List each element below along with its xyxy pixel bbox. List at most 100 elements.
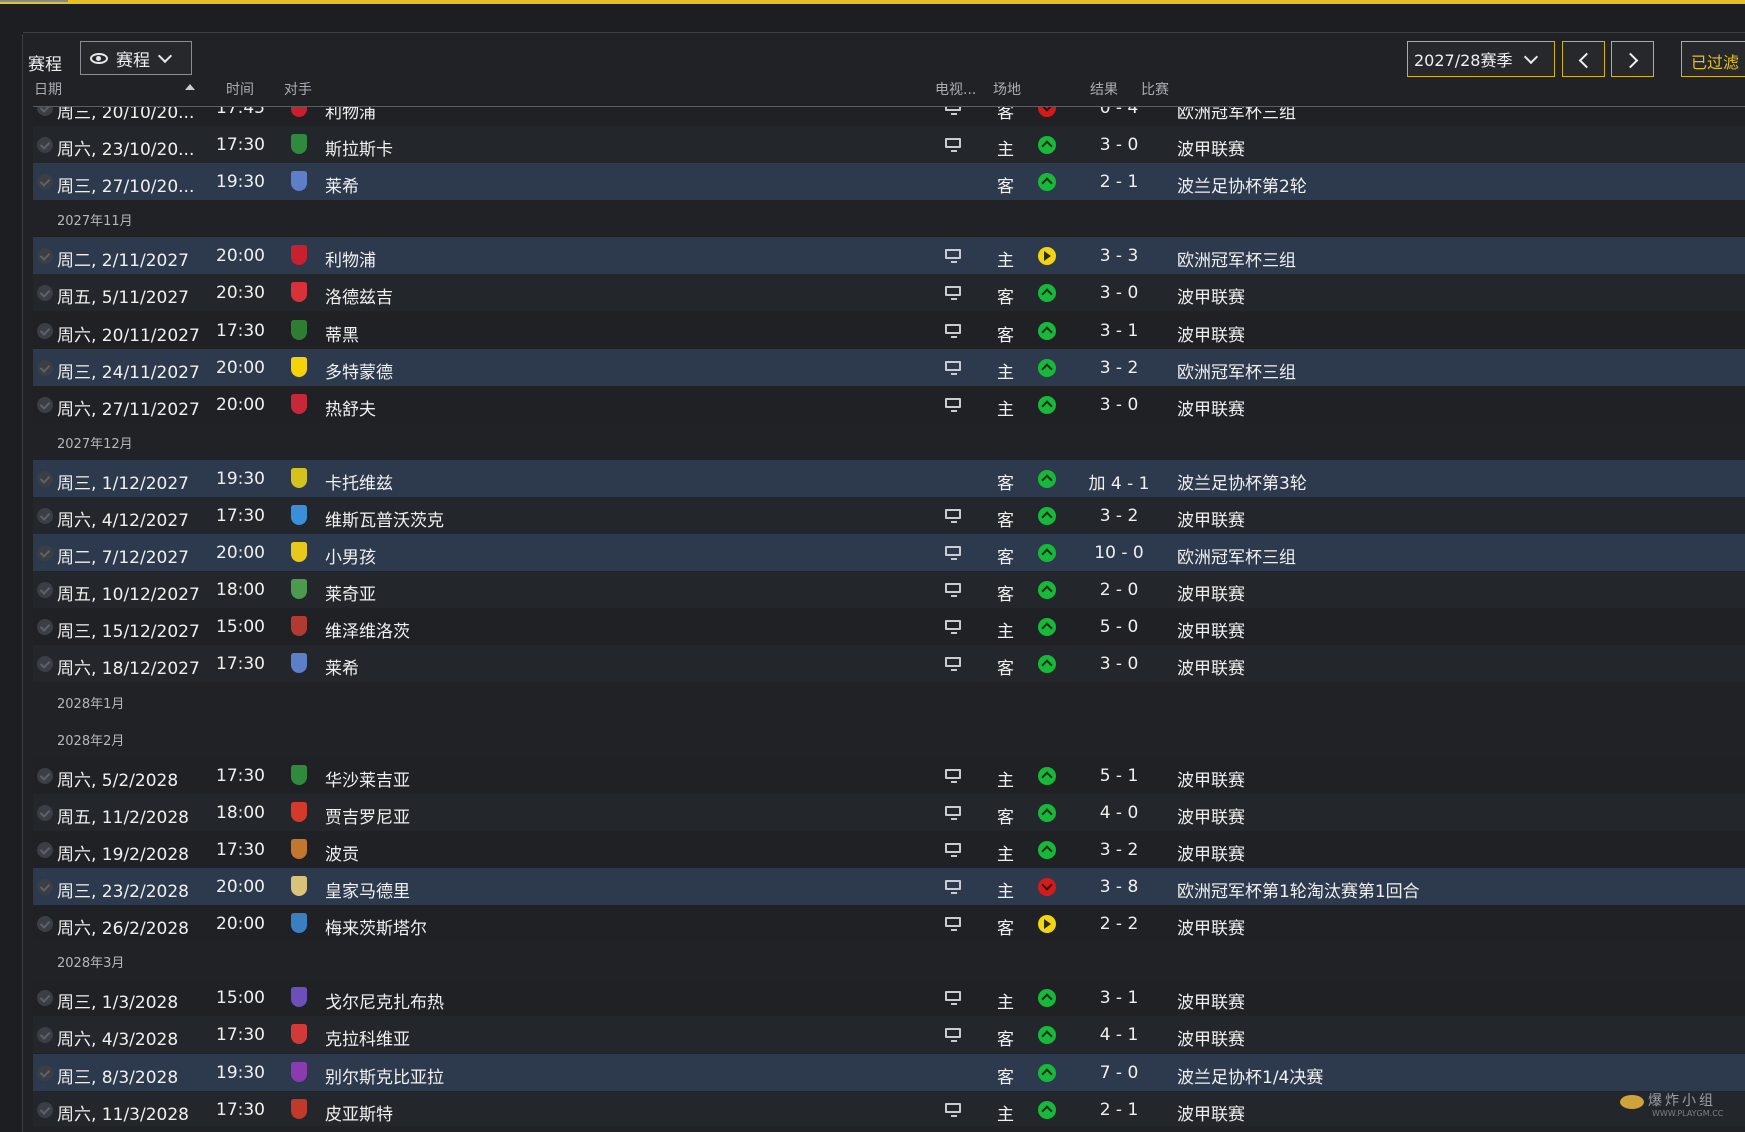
- match-venue: 客: [997, 807, 1014, 828]
- table-row[interactable]: 周二, 7/12/2027 20:00 小男孩 客 10 - 0 欧洲冠军杯三组: [33, 534, 1745, 572]
- competition-name[interactable]: 波甲联赛: [1177, 135, 1245, 160]
- opponent-name[interactable]: 波贡: [325, 840, 359, 865]
- check-icon: [37, 106, 53, 116]
- match-score: 2 - 1: [1099, 172, 1139, 193]
- competition-name[interactable]: 波甲联赛: [1177, 1100, 1245, 1125]
- competition-name[interactable]: 波甲联赛: [1177, 506, 1245, 531]
- opponent-name[interactable]: 小男孩: [325, 543, 376, 568]
- table-row[interactable]: 周六, 19/2/2028 17:30 波贡 主 3 - 2 波甲联赛: [33, 830, 1745, 868]
- competition-name[interactable]: 波甲联赛: [1177, 803, 1245, 828]
- table-row[interactable]: 周三, 27/10/20... 19:30 莱希 客 2 - 1 波兰足协杯第2轮: [33, 163, 1745, 201]
- watermark-logo-icon: [1620, 1095, 1644, 1109]
- col-header-competition[interactable]: 比赛: [1141, 79, 1169, 99]
- competition-name[interactable]: 欧洲冠军杯第1轮淘汰赛第1回合: [1177, 877, 1420, 902]
- table-row[interactable]: 周六, 5/2/2028 17:30 华沙莱吉亚 主 5 - 1 波甲联赛: [33, 756, 1745, 794]
- competition-name[interactable]: 波甲联赛: [1177, 580, 1245, 605]
- opponent-name[interactable]: 利物浦: [325, 246, 376, 271]
- match-time: 17:30: [216, 320, 265, 341]
- competition-name[interactable]: 波甲联赛: [1177, 914, 1245, 939]
- table-row[interactable]: 周五, 11/2/2028 18:00 贾吉罗尼亚 客 4 - 0 波甲联赛: [33, 793, 1745, 831]
- opponent-name[interactable]: 维泽维洛茨: [325, 617, 410, 642]
- opponent-name[interactable]: 莱希: [325, 654, 359, 679]
- opponent-name[interactable]: 维斯瓦普沃茨克: [325, 506, 444, 531]
- opponent-name[interactable]: 热舒夫: [325, 395, 376, 420]
- opponent-name[interactable]: 皇家马德里: [325, 877, 410, 902]
- win-icon: [1038, 840, 1056, 859]
- competition-name[interactable]: 波甲联赛: [1177, 1025, 1245, 1050]
- table-row[interactable]: 周六, 27/11/2027 20:00 热舒夫 主 3 - 0 波甲联赛: [33, 385, 1745, 423]
- col-header-opponent[interactable]: 对手: [284, 79, 312, 99]
- match-time: 17:30: [216, 765, 265, 786]
- match-date: 周六, 4/3/2028: [57, 1030, 179, 1051]
- match-date: 周三, 27/10/20...: [57, 177, 195, 198]
- opponent-name[interactable]: 梅来茨斯塔尔: [325, 914, 427, 939]
- match-time: 15:00: [216, 988, 265, 1009]
- table-row[interactable]: 周六, 20/11/2027 17:30 蒂黑 客 3 - 1 波甲联赛: [33, 311, 1745, 349]
- season-selector[interactable]: 2027/28赛季: [1407, 41, 1555, 77]
- opponent-name[interactable]: 莱奇亚: [325, 580, 376, 605]
- table-row[interactable]: 周三, 1/3/2028 15:00 戈尔尼克扎布热 主 3 - 1 波甲联赛: [33, 979, 1745, 1017]
- filter-button[interactable]: 已过滤: [1681, 41, 1745, 77]
- opponent-name[interactable]: 华沙莱吉亚: [325, 766, 410, 791]
- view-selector[interactable]: 赛程: [80, 41, 192, 75]
- opponent-name[interactable]: 蒂黑: [325, 321, 359, 346]
- opponent-name[interactable]: 莱希: [325, 172, 359, 197]
- competition-name[interactable]: 波甲联赛: [1177, 988, 1245, 1013]
- table-row[interactable]: 周六, 18/12/2027 17:30 莱希 客 3 - 0 波甲联赛: [33, 645, 1745, 683]
- opponent-name[interactable]: 戈尔尼克扎布热: [325, 988, 444, 1013]
- competition-name[interactable]: 波兰足协杯第3轮: [1177, 469, 1307, 494]
- table-row[interactable]: 周六, 23/10/20... 17:30 斯拉斯卡 主 3 - 0 波甲联赛: [33, 126, 1745, 163]
- col-header-venue[interactable]: 场地: [993, 79, 1021, 99]
- competition-name[interactable]: 波甲联赛: [1177, 766, 1245, 791]
- competition-name[interactable]: 波甲联赛: [1177, 321, 1245, 346]
- tv-icon: [945, 917, 961, 932]
- table-row[interactable]: 周二, 2/11/2027 20:00 利物浦 主 3 - 3 欧洲冠军杯三组: [33, 237, 1745, 275]
- check-icon: [37, 1064, 53, 1081]
- table-row[interactable]: 周三, 20/10/20... 17:45 利物浦 客 0 - 4 欧洲冠军杯三…: [33, 106, 1745, 126]
- opponent-name[interactable]: 贾吉罗尼亚: [325, 803, 410, 828]
- match-score: 2 - 1: [1099, 1099, 1139, 1120]
- opponent-name[interactable]: 皮亚斯特: [325, 1100, 393, 1125]
- competition-name[interactable]: 欧洲冠军杯三组: [1177, 543, 1296, 568]
- competition-name[interactable]: 波甲联赛: [1177, 283, 1245, 308]
- table-row[interactable]: 周六, 11/3/2028 17:30 皮亚斯特 主 2 - 1 波甲联赛: [33, 1090, 1745, 1126]
- table-row[interactable]: 周五, 10/12/2027 18:00 莱奇亚 客 2 - 0 波甲联赛: [33, 571, 1745, 609]
- col-header-result[interactable]: 结果: [1090, 79, 1118, 99]
- check-icon: [37, 767, 53, 784]
- table-row[interactable]: 周三, 24/11/2027 20:00 多特蒙德 主 3 - 2 欧洲冠军杯三组: [33, 348, 1745, 386]
- competition-name[interactable]: 波甲联赛: [1177, 654, 1245, 679]
- match-time: 19:30: [216, 1062, 265, 1083]
- month-separator: 2028年2月: [33, 719, 1745, 757]
- table-row[interactable]: 周六, 4/12/2027 17:30 维斯瓦普沃茨克 客 3 - 2 波甲联赛: [33, 497, 1745, 534]
- prev-season-button[interactable]: [1562, 41, 1605, 77]
- competition-name[interactable]: 波甲联赛: [1177, 395, 1245, 420]
- opponent-name[interactable]: 洛德兹吉: [325, 283, 393, 308]
- table-row[interactable]: 周五, 5/11/2027 20:30 洛德兹吉 客 3 - 0 波甲联赛: [33, 274, 1745, 312]
- match-venue: 客: [997, 325, 1014, 346]
- col-header-date[interactable]: 日期: [34, 79, 62, 99]
- competition-name[interactable]: 欧洲冠军杯三组: [1177, 246, 1296, 271]
- tv-icon: [945, 546, 961, 561]
- opponent-name[interactable]: 斯拉斯卡: [325, 135, 393, 160]
- competition-name[interactable]: 波兰足协杯1/4决赛: [1177, 1063, 1323, 1088]
- match-date: 周三, 1/3/2028: [57, 993, 179, 1014]
- match-venue: 客: [997, 585, 1014, 606]
- col-header-time[interactable]: 时间: [226, 79, 254, 99]
- table-row[interactable]: 周三, 15/12/2027 15:00 维泽维洛茨 主 5 - 0 波甲联赛: [33, 608, 1745, 646]
- competition-name[interactable]: 波甲联赛: [1177, 617, 1245, 642]
- opponent-name[interactable]: 卡托维兹: [325, 469, 393, 494]
- opponent-name[interactable]: 克拉科维亚: [325, 1025, 410, 1050]
- table-row[interactable]: 周六, 26/2/2028 20:00 梅来茨斯塔尔 客 2 - 2 波甲联赛: [33, 905, 1745, 943]
- competition-name[interactable]: 欧洲冠军杯三组: [1177, 358, 1296, 383]
- table-row[interactable]: 周三, 8/3/2028 19:30 别尔斯克比亚拉 客 7 - 0 波兰足协杯1/4决赛: [33, 1053, 1745, 1091]
- opponent-name[interactable]: 多特蒙德: [325, 358, 393, 383]
- table-row[interactable]: 周六, 4/3/2028 17:30 克拉科维亚 客 4 - 1 波甲联赛: [33, 1016, 1745, 1054]
- table-row[interactable]: 周三, 1/12/2027 19:30 卡托维兹 客 加 4 - 1 波兰足协杯第3轮: [33, 459, 1745, 497]
- col-header-tv[interactable]: 电视...: [935, 79, 976, 99]
- opponent-name[interactable]: 别尔斯克比亚拉: [325, 1063, 444, 1088]
- table-row[interactable]: 周三, 23/2/2028 20:00 皇家马德里 主 3 - 8 欧洲冠军杯第1轮淘汰赛…: [33, 868, 1745, 905]
- match-time: 20:00: [216, 543, 265, 564]
- competition-name[interactable]: 波甲联赛: [1177, 840, 1245, 865]
- next-season-button[interactable]: [1611, 41, 1654, 77]
- competition-name[interactable]: 波兰足协杯第2轮: [1177, 172, 1307, 197]
